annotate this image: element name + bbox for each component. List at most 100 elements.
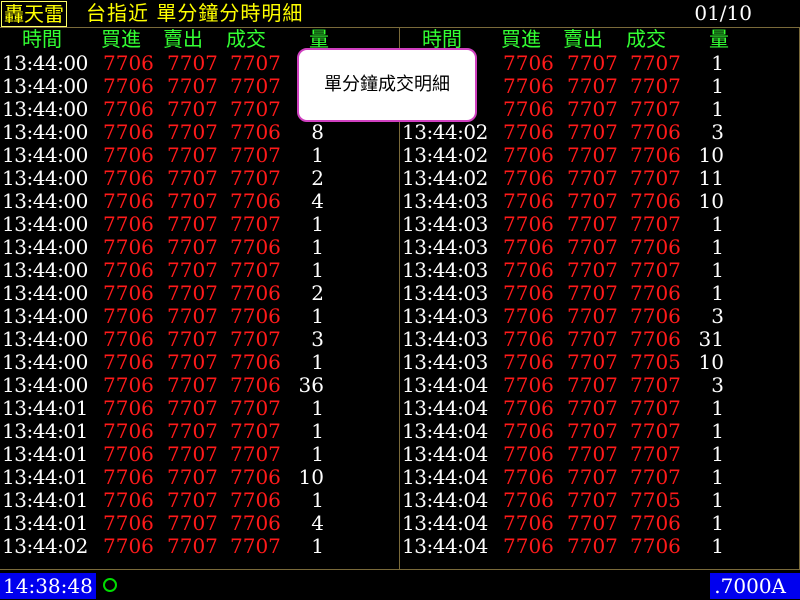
- cell-trade: 7706: [230, 120, 281, 144]
- cell-qty: 1: [711, 281, 724, 305]
- table-row[interactable]: 13:44:00 7706 7707 7706 1: [0, 236, 399, 259]
- table-row[interactable]: 13:44:04 7706 7707 7706 1: [400, 535, 799, 558]
- table-row[interactable]: 13:44:01 7706 7707 7706 10: [0, 466, 399, 489]
- cell-qty: 1: [311, 143, 324, 167]
- cell-time: 13:44:02: [402, 166, 488, 190]
- cell-bid: 7706: [103, 419, 154, 443]
- cell-trade: 7707: [230, 534, 281, 558]
- cell-ask: 7707: [167, 51, 218, 75]
- table-row[interactable]: 13:44:03 7706 7707 7706 3: [400, 305, 799, 328]
- cell-trade: 7707: [630, 258, 681, 282]
- cell-bid: 7706: [103, 258, 154, 282]
- table-row[interactable]: 13:44:00 7706 7707 7707 2: [0, 167, 399, 190]
- table-row[interactable]: 13:44:02 7706 7707 7706 3: [400, 121, 799, 144]
- table-row[interactable]: 13:44:00 7706 7707 7706 4: [0, 190, 399, 213]
- cell-time: 13:44:01: [2, 465, 88, 489]
- cell-trade: 7706: [230, 350, 281, 374]
- cell-qty: 1: [711, 488, 724, 512]
- cell-ask: 7707: [167, 465, 218, 489]
- table-row[interactable]: 13:44:00 7706 7707 7707 1: [0, 259, 399, 282]
- cell-trade: 7706: [630, 327, 681, 351]
- cell-bid: 7706: [503, 350, 554, 374]
- table-row[interactable]: 13:44:02 7706 7707 7707 11: [400, 167, 799, 190]
- cell-qty: 1: [711, 511, 724, 535]
- cell-trade: 7707: [630, 51, 681, 75]
- cell-trade: 7706: [630, 534, 681, 558]
- table-row[interactable]: 13:44:01 7706 7707 7707 1: [0, 443, 399, 466]
- table-row[interactable]: 13:44:02 7706 7707 7706 10: [400, 144, 799, 167]
- table-row[interactable]: 13:44:04 7706 7707 7707 1: [400, 420, 799, 443]
- cell-ask: 7707: [167, 442, 218, 466]
- table-row[interactable]: 13:44:01 7706 7707 7706 4: [0, 512, 399, 535]
- cell-bid: 7706: [103, 327, 154, 351]
- cell-time: 13:44:00: [2, 281, 88, 305]
- table-row[interactable]: 13:44:02 7706 7707 7707 1: [0, 535, 399, 558]
- table-row[interactable]: 13:44:04 7706 7707 7705 1: [400, 489, 799, 512]
- table-row[interactable]: 13:44:04 7706 7707 7707 1: [400, 397, 799, 420]
- cell-ask: 7707: [167, 143, 218, 167]
- table-row[interactable]: 13:44:03 7706 7707 7707 1: [400, 213, 799, 236]
- cell-qty: 3: [711, 120, 724, 144]
- cell-bid: 7706: [503, 465, 554, 489]
- table-row[interactable]: 13:44:04 7706 7707 7706 1: [400, 512, 799, 535]
- cell-time: 13:44:00: [2, 304, 88, 328]
- table-row[interactable]: 13:44:00 7706 7707 7706 36: [0, 374, 399, 397]
- right-tick-list[interactable]: 7706 7707 7707 1 7706 7707 7707 1 7706 7707 7707 1 1…: [400, 52, 799, 558]
- cell-bid: 7706: [503, 442, 554, 466]
- cell-ask: 7707: [567, 419, 618, 443]
- table-row[interactable]: 13:44:04 7706 7707 7707 1: [400, 443, 799, 466]
- cell-qty: 1: [711, 74, 724, 98]
- table-row[interactable]: 13:44:00 7706 7707 7707 1: [0, 213, 399, 236]
- table-row[interactable]: 13:44:00 7706 7707 7706 8: [0, 121, 399, 144]
- cell-bid: 7706: [103, 511, 154, 535]
- cell-qty: 1: [311, 212, 324, 236]
- table-row[interactable]: 13:44:03 7706 7707 7706 1: [400, 236, 799, 259]
- table-row[interactable]: 13:44:00 7706 7707 7706 2: [0, 282, 399, 305]
- cell-trade: 7706: [630, 120, 681, 144]
- cell-time: 13:44:02: [402, 120, 488, 144]
- cell-time: 13:44:01: [2, 396, 88, 420]
- cell-time: 13:44:00: [2, 51, 88, 75]
- cell-trade: 7706: [230, 373, 281, 397]
- cell-trade: 7707: [630, 419, 681, 443]
- table-row[interactable]: 13:44:00 7706 7707 7706 1: [0, 305, 399, 328]
- header-bid: 買進: [101, 27, 141, 51]
- table-row[interactable]: 13:44:04 7706 7707 7707 1: [400, 466, 799, 489]
- table-row[interactable]: 13:44:01 7706 7707 7706 1: [0, 489, 399, 512]
- table-row[interactable]: 13:44:04 7706 7707 7707 3: [400, 374, 799, 397]
- cell-bid: 7706: [103, 166, 154, 190]
- cell-bid: 7706: [103, 396, 154, 420]
- app-name[interactable]: 轟天雷: [1, 1, 67, 27]
- cell-qty: 1: [311, 488, 324, 512]
- cell-ask: 7707: [167, 419, 218, 443]
- cell-ask: 7707: [167, 511, 218, 535]
- table-row[interactable]: 13:44:03 7706 7707 7706 10: [400, 190, 799, 213]
- cell-qty: 1: [311, 350, 324, 374]
- table-row[interactable]: 13:44:03 7706 7707 7706 31: [400, 328, 799, 351]
- cell-bid: 7706: [103, 304, 154, 328]
- table-row[interactable]: 13:44:03 7706 7707 7707 1: [400, 259, 799, 282]
- table-row[interactable]: 13:44:00 7706 7707 7707 3: [0, 328, 399, 351]
- table-row[interactable]: 13:44:01 7706 7707 7707 1: [0, 397, 399, 420]
- left-tick-list[interactable]: 13:44:00 7706 7707 7707 13:44:00 7706 7707 7707…: [0, 52, 399, 558]
- cell-bid: 7706: [103, 51, 154, 75]
- price-readout: .7000A: [710, 573, 800, 599]
- table-row[interactable]: 13:44:01 7706 7707 7707 1: [0, 420, 399, 443]
- cell-trade: 7705: [630, 488, 681, 512]
- table-row[interactable]: 13:44:03 7706 7707 7705 10: [400, 351, 799, 374]
- table-row[interactable]: 13:44:00 7706 7707 7707 1: [0, 144, 399, 167]
- cell-qty: 3: [711, 304, 724, 328]
- cell-trade: 7707: [230, 442, 281, 466]
- cell-bid: 7706: [103, 120, 154, 144]
- table-row[interactable]: 13:44:00 7706 7707 7706 1: [0, 351, 399, 374]
- circle-icon: [103, 578, 117, 592]
- table-row[interactable]: 13:44:03 7706 7707 7706 1: [400, 282, 799, 305]
- cell-qty: 1: [311, 304, 324, 328]
- cell-bid: 7706: [503, 327, 554, 351]
- title-bar: 轟天雷 台指近 單分鐘分時明細 01/10: [0, 0, 800, 27]
- cell-time: 13:44:00: [2, 258, 88, 282]
- cell-trade: 7706: [630, 189, 681, 213]
- header-trade: 成交: [226, 27, 266, 51]
- cell-ask: 7707: [167, 350, 218, 374]
- cell-trade: 7705: [630, 350, 681, 374]
